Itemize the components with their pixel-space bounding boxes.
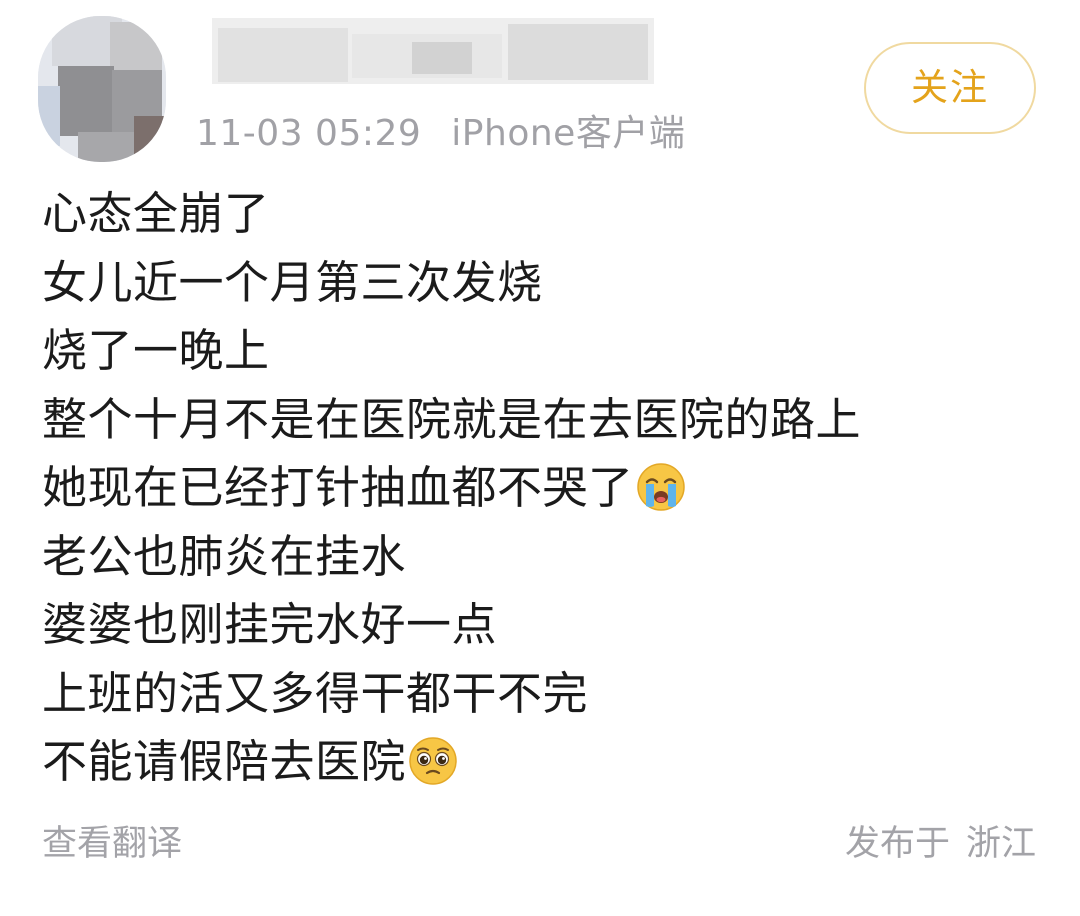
avatar[interactable]: [38, 16, 166, 162]
post-line-text: 老公也肺炎在挂水: [42, 529, 407, 583]
post-timestamp: 11-03 05:29: [196, 113, 422, 154]
post-line-text: 上班的活又多得干都干不完: [42, 666, 589, 720]
post-line: 她现在已经打针抽血都不哭了: [42, 454, 1042, 523]
avatar-mosaic-block: [38, 86, 60, 146]
username-redacted[interactable]: [212, 14, 654, 88]
username-mosaic-block: [412, 42, 472, 74]
publish-prefix: 发布于: [844, 824, 950, 864]
post-line: 上班的活又多得干都干不完: [42, 660, 1042, 729]
post-content: 心态全崩了 女儿近一个月第三次发烧 烧了一晚上 整个十月不是在医院就是在去医院的…: [42, 180, 1042, 797]
post-line: 整个十月不是在医院就是在去医院的路上: [42, 386, 1042, 455]
post-line-text: 烧了一晚上: [42, 324, 270, 377]
post-line: 婆婆也刚挂完水好一点: [42, 591, 1042, 660]
post-line: 烧了一晚上: [42, 317, 1042, 386]
avatar-mosaic-block: [58, 66, 114, 136]
post-line-text: 女儿近一个月第三次发烧: [42, 255, 543, 309]
publish-location: 发布于 浙江: [845, 820, 1036, 868]
post-line: 女儿近一个月第三次发烧: [42, 249, 1042, 318]
post-line: 不能请假陪去医院: [42, 728, 1042, 797]
post-meta: 11-03 05:29 iPhone客户端: [196, 108, 685, 160]
publish-location-name: 浙江: [965, 824, 1036, 864]
post-line: 心态全崩了: [42, 180, 1042, 249]
avatar-mosaic-block: [134, 116, 166, 156]
loudly-crying-face-icon: [636, 462, 686, 512]
post-client-source: iPhone客户端: [451, 113, 686, 154]
avatar-mosaic-block: [78, 132, 138, 162]
post-line: 老公也肺炎在挂水: [42, 523, 1042, 592]
follow-button[interactable]: 关注: [864, 42, 1036, 134]
pleading-face-icon: [408, 736, 458, 786]
username-mosaic-block: [508, 24, 648, 80]
post-line-text: 心态全崩了: [42, 187, 270, 240]
post-line-text: 整个十月不是在医院就是在去医院的路上: [42, 392, 862, 446]
post-line-text: 婆婆也刚挂完水好一点: [42, 598, 498, 651]
username-mosaic-block: [218, 28, 348, 82]
view-translation-link[interactable]: 查看翻译: [42, 820, 182, 868]
post-line-text: 不能请假陪去医院: [42, 735, 407, 788]
post-line-text: 她现在已经打针抽血都不哭了: [42, 461, 634, 514]
avatar-mosaic-block: [110, 22, 162, 70]
weibo-post-card: 11-03 05:29 iPhone客户端 关注 心态全崩了 女儿近一个月第三次发…: [0, 0, 1080, 916]
